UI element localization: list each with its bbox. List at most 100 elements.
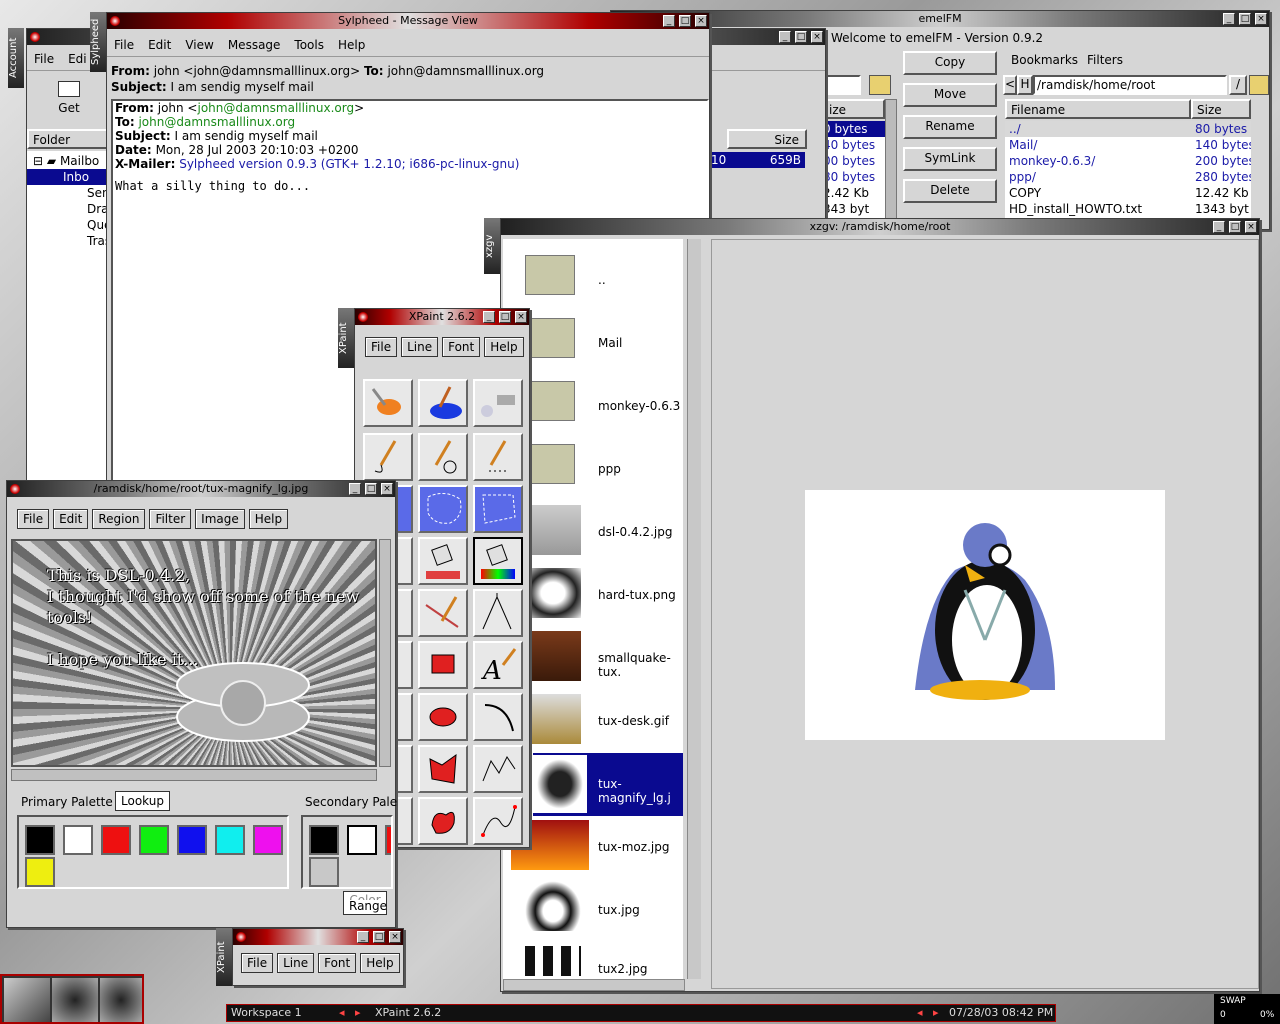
workspace-label[interactable]: Workspace 1: [231, 1005, 302, 1021]
palette-swatch-gray[interactable]: [309, 857, 339, 887]
menu-message[interactable]: Message: [221, 35, 288, 55]
arc-tool[interactable]: [473, 693, 523, 741]
list-item[interactable]: smallquake-tux.: [503, 627, 683, 690]
menu-help[interactable]: Help: [360, 953, 400, 973]
minimize-button[interactable]: _: [663, 15, 675, 27]
menu-file[interactable]: File: [17, 509, 50, 529]
folder-header[interactable]: Folder: [27, 129, 109, 149]
close-button[interactable]: ×: [811, 31, 823, 43]
list-item[interactable]: ..: [503, 249, 683, 312]
image-viewport[interactable]: [711, 239, 1259, 989]
window-menu-icon[interactable]: [236, 932, 246, 942]
folder-trash[interactable]: Tras: [27, 233, 109, 249]
maximize-button[interactable]: □: [499, 311, 511, 323]
file-row[interactable]: ../ 80 bytes: [1005, 121, 1251, 137]
palette-swatch-yellow[interactable]: [25, 857, 55, 887]
menu-line[interactable]: Line: [277, 953, 315, 973]
menu-font[interactable]: Font: [442, 337, 481, 357]
prev-task-button[interactable]: ◂: [917, 1005, 923, 1021]
folder-queue[interactable]: Que: [27, 217, 109, 233]
select-lasso-tool[interactable]: [418, 485, 468, 533]
folder-mailbox[interactable]: ⊟ ▰ Mailbo: [27, 153, 109, 169]
menu-help[interactable]: Help: [248, 509, 289, 529]
paintbrush-tool[interactable]: [363, 379, 413, 427]
select-poly-tool[interactable]: [473, 485, 523, 533]
list-item[interactable]: tux-moz.jpg: [503, 816, 683, 879]
lookup-button[interactable]: Lookup: [115, 791, 170, 811]
file-row[interactable]: COPY 12.42 Kb: [1005, 185, 1251, 201]
message-row[interactable]: 10 659B: [711, 152, 805, 168]
xzgv-tab[interactable]: xzgv: [484, 218, 500, 274]
home-icon[interactable]: [1249, 75, 1269, 95]
home-icon[interactable]: [869, 75, 891, 95]
minimize-button[interactable]: _: [357, 931, 369, 943]
menu-edit[interactable]: Edit: [53, 509, 89, 529]
close-button[interactable]: ×: [381, 483, 393, 495]
close-button[interactable]: ×: [1255, 13, 1267, 25]
history-button[interactable]: H: [1017, 75, 1033, 95]
filters-menu[interactable]: Filters: [1087, 53, 1123, 67]
palette-swatch-magenta[interactable]: [253, 825, 283, 855]
get-button[interactable]: Get: [49, 75, 89, 123]
menu-help[interactable]: Help: [484, 337, 524, 357]
minimize-button[interactable]: _: [1213, 221, 1225, 233]
menu-edit[interactable]: Edit: [141, 35, 178, 55]
pager-desk-1[interactable]: [4, 978, 50, 1022]
polyline-tool[interactable]: [473, 745, 523, 793]
rect-fill-tool[interactable]: [418, 641, 468, 689]
size-column-header[interactable]: Size: [727, 129, 807, 149]
list-item[interactable]: hard-tux.png: [503, 564, 683, 627]
text-tool[interactable]: A: [473, 641, 523, 689]
palette-swatch-white[interactable]: [347, 825, 377, 855]
bookmarks-menu[interactable]: Bookmarks: [1011, 53, 1078, 67]
fill-bucket-tool[interactable]: [418, 537, 468, 585]
menu-image[interactable]: Image: [195, 509, 245, 529]
path-input[interactable]: /ramdisk/home/root: [1033, 75, 1227, 95]
folder-sent[interactable]: Sen: [27, 185, 109, 201]
sylpheed-tab[interactable]: Sylpheed: [90, 12, 106, 72]
pencil-tool[interactable]: [363, 433, 413, 481]
maximize-button[interactable]: □: [795, 31, 807, 43]
delete-button[interactable]: Delete: [903, 179, 997, 203]
freehand-shape-tool[interactable]: [418, 797, 468, 845]
root-button[interactable]: /: [1229, 75, 1247, 95]
minimize-button[interactable]: _: [779, 31, 791, 43]
list-item[interactable]: tux-desk.gif: [503, 690, 683, 753]
polygon-fill-tool[interactable]: [418, 745, 468, 793]
pager-desk-3[interactable]: [100, 978, 142, 1022]
task-label[interactable]: XPaint 2.6.2: [375, 1005, 441, 1021]
next-workspace-button[interactable]: ▸: [355, 1005, 361, 1021]
ellipse-fill-tool[interactable]: [418, 693, 468, 741]
color-range-button[interactable]: Color Range: [343, 891, 387, 915]
close-button[interactable]: ×: [515, 311, 527, 323]
symlink-button[interactable]: SymLink: [903, 147, 997, 171]
menu-edit[interactable]: Edi: [61, 49, 94, 69]
close-button[interactable]: ×: [1245, 221, 1257, 233]
account-tab[interactable]: Account: [8, 28, 24, 88]
prev-workspace-button[interactable]: ◂: [339, 1005, 345, 1021]
curve-tool[interactable]: [473, 797, 523, 845]
menu-view[interactable]: View: [178, 35, 220, 55]
list-item[interactable]: dsl-0.4.2.jpg: [503, 501, 683, 564]
body-to-email[interactable]: john@damnsmalllinux.org: [138, 115, 295, 129]
palette-swatch-cyan[interactable]: [215, 825, 245, 855]
file-list[interactable]: ../ 80 bytes Mail/140 bytes monkey-0.6.3/…: [1005, 121, 1251, 231]
maximize-button[interactable]: □: [679, 15, 691, 27]
list-item[interactable]: tux.jpg: [503, 879, 683, 942]
maximize-button[interactable]: □: [1229, 221, 1241, 233]
menu-file[interactable]: File: [107, 35, 141, 55]
maximize-button[interactable]: □: [1239, 13, 1251, 25]
message-view-titlebar[interactable]: Sylpheed - Message View: [107, 13, 709, 29]
thumbnail-list[interactable]: .. Mail monkey-0.6.3 ppp dsl-0.4.2.jpg h…: [503, 239, 683, 979]
palette-swatch-white[interactable]: [63, 825, 93, 855]
list-item[interactable]: 2.42 Kb: [823, 185, 885, 201]
rename-button[interactable]: Rename: [903, 115, 997, 139]
list-item[interactable]: Mail: [503, 312, 683, 375]
palette-swatch-green[interactable]: [139, 825, 169, 855]
minimize-button[interactable]: _: [483, 311, 495, 323]
xpaint-tab[interactable]: XPaint: [338, 308, 354, 368]
window-menu-icon[interactable]: [358, 312, 368, 322]
maximize-button[interactable]: □: [373, 931, 385, 943]
left-scrollbar[interactable]: [885, 99, 897, 229]
smear-tool[interactable]: [418, 589, 468, 637]
